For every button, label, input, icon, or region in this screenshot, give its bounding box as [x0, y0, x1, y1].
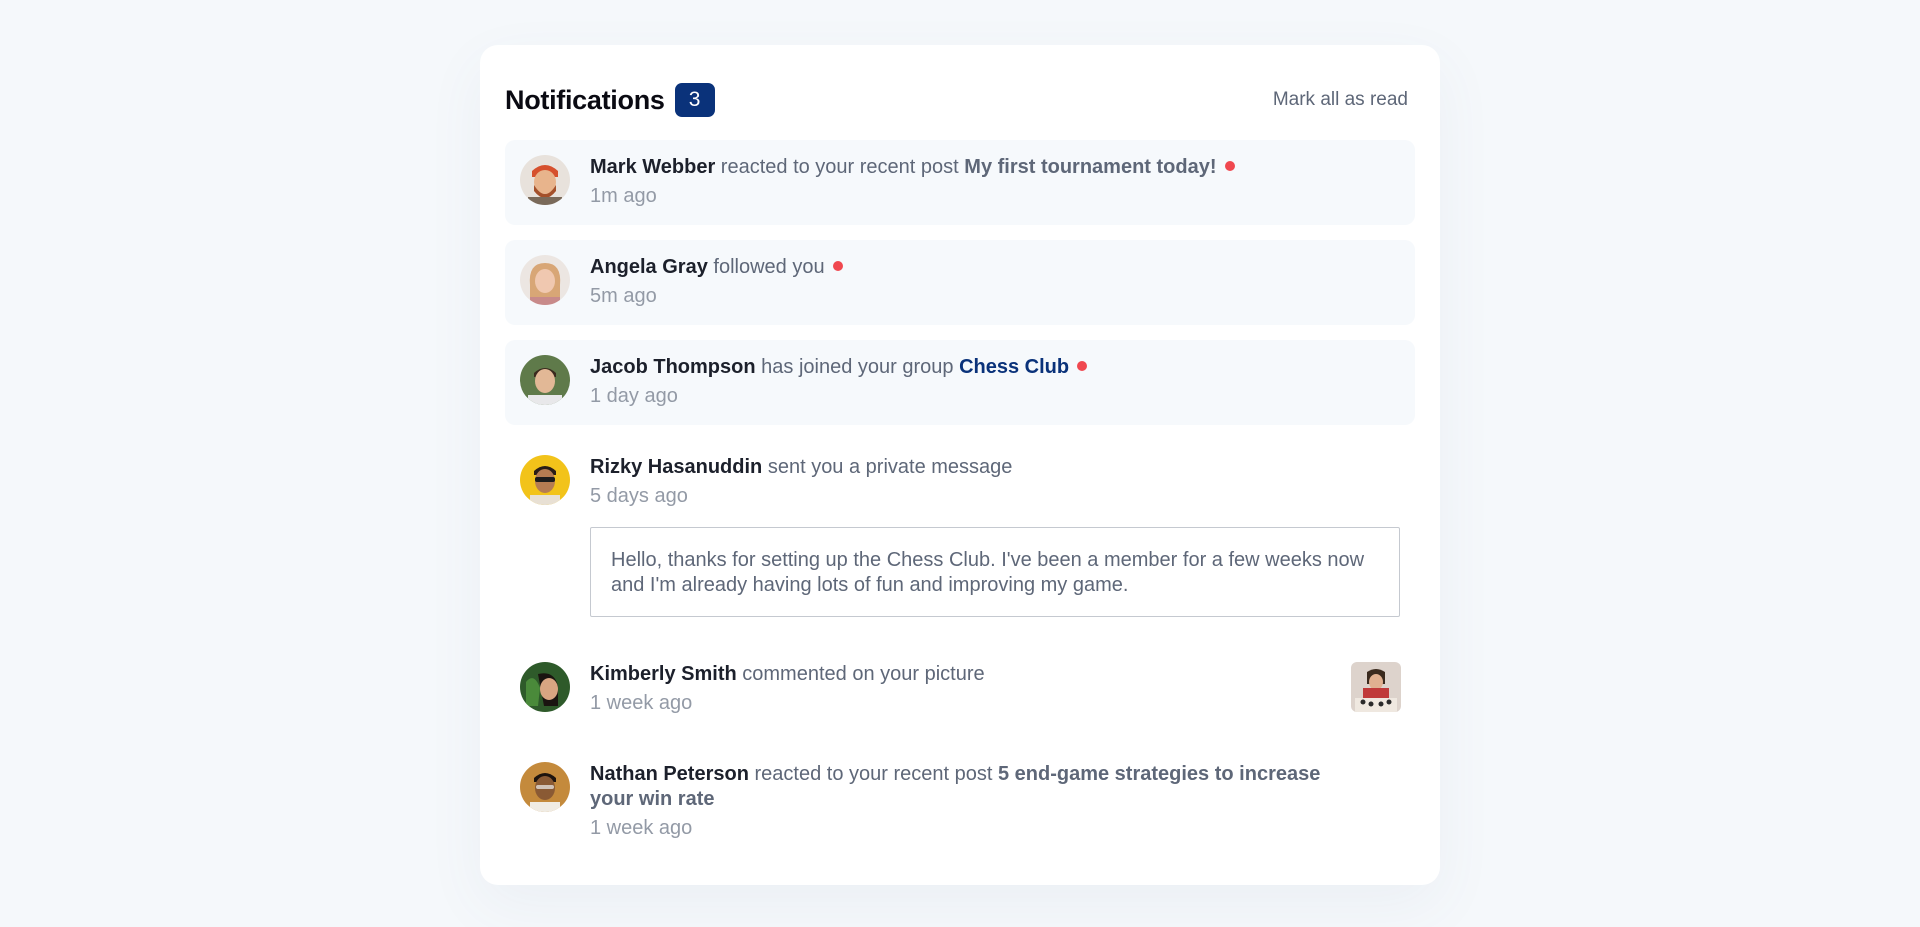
- notifications-header: Notifications 3 Mark all as read: [505, 80, 1408, 120]
- chess-picture-thumbnail[interactable]: [1351, 662, 1401, 712]
- notification-time: 5m ago: [590, 285, 657, 307]
- unread-dot: [832, 261, 843, 271]
- user-name-link[interactable]: Jacob Thompson: [590, 356, 756, 378]
- notification-text: Rizky Hasanuddin sent you a private mess…: [590, 455, 1400, 480]
- notifications-card: Notifications 3 Mark all as read Mark We…: [480, 45, 1440, 885]
- title-group: Notifications 3: [505, 83, 715, 117]
- notification-action: reacted to your recent post: [720, 156, 959, 178]
- notification-action: reacted to your recent post: [754, 763, 993, 785]
- user-name-link[interactable]: Rizky Hasanuddin: [590, 456, 762, 478]
- avatar-rizky-hasanuddin[interactable]: [520, 455, 570, 505]
- private-message-preview[interactable]: Hello, thanks for setting up the Chess C…: [590, 527, 1400, 617]
- avatar-nathan-peterson[interactable]: [520, 762, 570, 812]
- notification-action: followed you: [713, 256, 825, 278]
- mark-all-read-button[interactable]: Mark all as read: [1273, 89, 1408, 111]
- group-link[interactable]: Chess Club: [959, 356, 1069, 378]
- notification-time: 1m ago: [590, 185, 657, 207]
- avatar-angela-gray[interactable]: [520, 255, 570, 305]
- unread-dot: [1224, 161, 1235, 171]
- notification-text: Jacob Thompson has joined your group Che…: [590, 355, 1400, 380]
- notification-item[interactable]: Rizky Hasanuddin sent you a private mess…: [505, 440, 1415, 632]
- notification-time: 1 week ago: [590, 817, 693, 839]
- unread-dot: [1077, 361, 1088, 371]
- notification-item[interactable]: Angela Gray followed you 5m ago: [505, 240, 1415, 325]
- avatar-jacob-thompson[interactable]: [520, 355, 570, 405]
- avatar-mark-webber[interactable]: [520, 155, 570, 205]
- notification-item[interactable]: Kimberly Smith commented on your picture…: [505, 647, 1415, 732]
- notification-text: Angela Gray followed you: [590, 255, 1400, 280]
- notification-item[interactable]: Nathan Peterson reacted to your recent p…: [505, 747, 1415, 856]
- user-name-link[interactable]: Kimberly Smith: [590, 663, 737, 685]
- notification-text: Kimberly Smith commented on your picture: [590, 662, 1400, 687]
- notification-item[interactable]: Jacob Thompson has joined your group Che…: [505, 340, 1415, 425]
- unread-count-badge: 3: [674, 83, 715, 117]
- notification-time: 1 week ago: [590, 692, 693, 714]
- notification-action: has joined your group: [761, 356, 954, 378]
- user-name-link[interactable]: Mark Webber: [590, 156, 715, 178]
- notification-text: Nathan Peterson reacted to your recent p…: [590, 762, 1400, 812]
- user-name-link[interactable]: Angela Gray: [590, 256, 708, 278]
- notification-time: 1 day ago: [590, 385, 678, 407]
- notification-text: Mark Webber reacted to your recent post …: [590, 155, 1400, 180]
- user-name-link[interactable]: Nathan Peterson: [590, 763, 749, 785]
- notification-time: 5 days ago: [590, 485, 688, 507]
- notification-action: sent you a private message: [767, 456, 1013, 478]
- notification-item[interactable]: Mark Webber reacted to your recent post …: [505, 140, 1415, 225]
- avatar-kimberly-smith[interactable]: [520, 662, 570, 712]
- notification-list: Mark Webber reacted to your recent post …: [505, 140, 1415, 871]
- post-link[interactable]: My first tournament today!: [964, 156, 1216, 178]
- page-title: Notifications: [505, 84, 665, 115]
- notification-action: commented on your picture: [742, 663, 985, 685]
